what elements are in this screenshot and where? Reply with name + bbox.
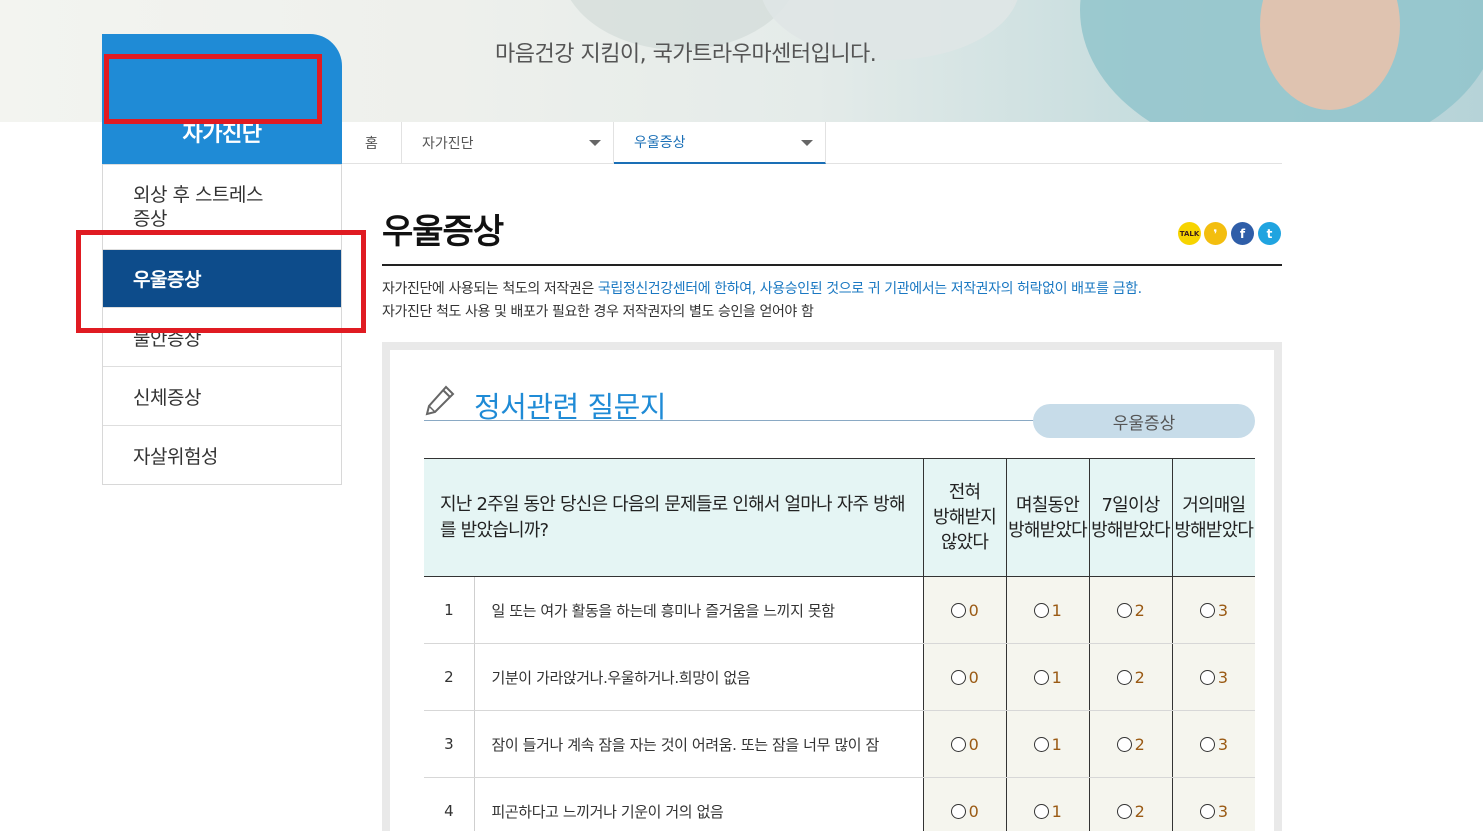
answer-radio-cell[interactable]: 0: [922, 777, 1006, 831]
notice-text-line2: 자가진단 척도 사용 및 배포가 필요한 경우 저작권자의 별도 승인을 얻어야…: [382, 304, 814, 320]
sidebar-item-somatic[interactable]: 신체증상: [103, 366, 341, 425]
radio-button[interactable]: [1033, 602, 1049, 618]
sidebar-item-suicide-risk[interactable]: 자살위험성: [103, 425, 341, 484]
breadcrumb-level2-label: 우울증상: [634, 135, 686, 151]
question-number: 1: [424, 576, 475, 644]
answer-radio-cell[interactable]: 2: [1088, 576, 1172, 644]
answer-radio-cell[interactable]: 3: [1171, 643, 1255, 711]
answer-score: 1: [1051, 801, 1062, 821]
twitter-icon[interactable]: t: [1258, 222, 1281, 245]
option-header-2: 7일이상 방해받았다: [1088, 458, 1172, 577]
breadcrumb-home[interactable]: 홈: [342, 122, 402, 164]
question-text: 일 또는 여가 활동을 하는데 흥미나 즐거움을 느끼지 못함: [474, 576, 923, 644]
questionnaire-tag: 우울증상: [1033, 404, 1255, 438]
answer-radio-cell[interactable]: 2: [1088, 710, 1172, 778]
answer-score: 2: [1134, 801, 1145, 821]
notice-text-a: 자가진단에 사용되는 척도의 저작권은: [382, 281, 598, 297]
radio-button[interactable]: [1116, 736, 1132, 752]
question-number: 3: [424, 710, 475, 778]
radio-button[interactable]: [1199, 669, 1215, 685]
question-text: 잠이 들거나 계속 잠을 자는 것이 어려움. 또는 잠을 너무 많이 잠: [474, 710, 923, 778]
chevron-down-icon: [801, 140, 813, 146]
answer-radio-cell[interactable]: 3: [1171, 777, 1255, 831]
radio-button[interactable]: [1033, 803, 1049, 819]
radio-button[interactable]: [1199, 803, 1215, 819]
table-row: 4 피곤하다고 느끼거나 기운이 거의 없음 0 1 2 3: [424, 777, 1255, 831]
answer-radio-cell[interactable]: 1: [1005, 710, 1089, 778]
radio-button[interactable]: [950, 669, 966, 685]
answer-radio-cell[interactable]: 0: [922, 643, 1006, 711]
radio-button[interactable]: [950, 736, 966, 752]
chevron-down-icon: [589, 140, 601, 146]
answer-score: 0: [968, 734, 979, 754]
sidebar-header: 자가진단: [102, 34, 342, 164]
answer-radio-cell[interactable]: 1: [1005, 643, 1089, 711]
answer-score: 3: [1217, 801, 1228, 821]
title-divider: [382, 264, 1282, 266]
question-text: 피곤하다고 느끼거나 기운이 거의 없음: [474, 777, 923, 831]
breadcrumb-level1-label: 자가진단: [422, 136, 474, 152]
radio-button[interactable]: [1199, 736, 1215, 752]
answer-score: 2: [1134, 600, 1145, 620]
sidebar-title: 자가진단: [182, 122, 262, 147]
sidebar-menu: 외상 후 스트레스 증상 우울증상 불안증상 신체증상 자살위험성: [102, 164, 342, 485]
answer-score: 3: [1217, 600, 1228, 620]
sidebar-item-ptsd[interactable]: 외상 후 스트레스 증상: [103, 164, 341, 249]
hero-tagline: 마음건강 지킴이, 국가트라우마센터입니다.: [495, 42, 877, 67]
radio-button[interactable]: [1116, 803, 1132, 819]
table-row: 1일 또는 여가 활동을 하는데 흥미나 즐거움을 느끼지 못함 0 1 2 3: [424, 576, 1255, 644]
radio-button[interactable]: [950, 803, 966, 819]
radio-button[interactable]: [950, 602, 966, 618]
radio-button[interactable]: [1116, 602, 1132, 618]
questionnaire-table: 지난 2주일 동안 당신은 다음의 문제들로 인해서 얼마나 자주 방해를 받았…: [424, 458, 1255, 831]
answer-score: 1: [1051, 600, 1062, 620]
kakaostory-icon[interactable]: ❜: [1204, 222, 1227, 245]
questionnaire-card: 정서관련 질문지 우울증상 지난 2주일 동안 당신은 다음의 문제들로 인해서…: [382, 342, 1282, 831]
answer-radio-cell[interactable]: 3: [1171, 710, 1255, 778]
copyright-notice: 자가진단에 사용되는 척도의 저작권은 국립정신건강센터에 한하여, 사용승인된…: [382, 278, 1142, 324]
notice-text-highlight: 국립정신건강센터에 한하여, 사용승인된 것으로 귀 기관에서는 저작권자의 허…: [597, 281, 1142, 297]
kakaotalk-icon[interactable]: TALK: [1178, 222, 1201, 245]
answer-score: 1: [1051, 734, 1062, 754]
option-header-3: 거의매일 방해받았다: [1171, 458, 1255, 577]
answer-radio-cell[interactable]: 2: [1088, 777, 1172, 831]
answer-radio-cell[interactable]: 3: [1171, 576, 1255, 644]
answer-score: 1: [1051, 667, 1062, 687]
answer-score: 0: [968, 667, 979, 687]
table-row: 2 기분이 가라앉거나.우울하거나.희망이 없음 0 1 2 3: [424, 643, 1255, 711]
page-title: 우울증상: [382, 212, 504, 252]
option-header-1: 며칠동안 방해받았다: [1005, 458, 1089, 577]
table-row: 3 잠이 들거나 계속 잠을 자는 것이 어려움. 또는 잠을 너무 많이 잠01…: [424, 710, 1255, 778]
breadcrumb-dropdown-level2[interactable]: 우울증상: [614, 122, 826, 164]
sidebar-item-depression[interactable]: 우울증상: [103, 249, 341, 307]
question-header: 지난 2주일 동안 당신은 다음의 문제들로 인해서 얼마나 자주 방해를 받았…: [424, 458, 923, 577]
facebook-icon[interactable]: f: [1231, 222, 1254, 245]
answer-score: 3: [1217, 734, 1228, 754]
answer-radio-cell[interactable]: 2: [1088, 643, 1172, 711]
breadcrumb: 홈 자가진단 우울증상: [342, 122, 1282, 164]
radio-button[interactable]: [1116, 669, 1132, 685]
radio-button[interactable]: [1199, 602, 1215, 618]
answer-score: 2: [1134, 667, 1145, 687]
radio-button[interactable]: [1033, 736, 1049, 752]
answer-radio-cell[interactable]: 1: [1005, 777, 1089, 831]
answer-score: 2: [1134, 734, 1145, 754]
sidebar-item-anxiety[interactable]: 불안증상: [103, 307, 341, 366]
breadcrumb-dropdown-level1[interactable]: 자가진단: [402, 122, 614, 164]
answer-radio-cell[interactable]: 1: [1005, 576, 1089, 644]
answer-score: 3: [1217, 667, 1228, 687]
option-header-0: 전혀 방해받지 않았다: [922, 458, 1006, 577]
question-text: 기분이 가라앉거나.우울하거나.희망이 없음: [474, 643, 923, 711]
answer-score: 0: [968, 801, 979, 821]
question-number: 4: [424, 777, 475, 831]
pencil-icon: [425, 385, 455, 416]
answer-score: 0: [968, 600, 979, 620]
table-header-row: 지난 2주일 동안 당신은 다음의 문제들로 인해서 얼마나 자주 방해를 받았…: [424, 458, 1255, 577]
answer-radio-cell[interactable]: 0: [922, 576, 1006, 644]
question-number: 2: [424, 643, 475, 711]
answer-radio-cell[interactable]: 0: [922, 710, 1006, 778]
radio-button[interactable]: [1033, 669, 1049, 685]
